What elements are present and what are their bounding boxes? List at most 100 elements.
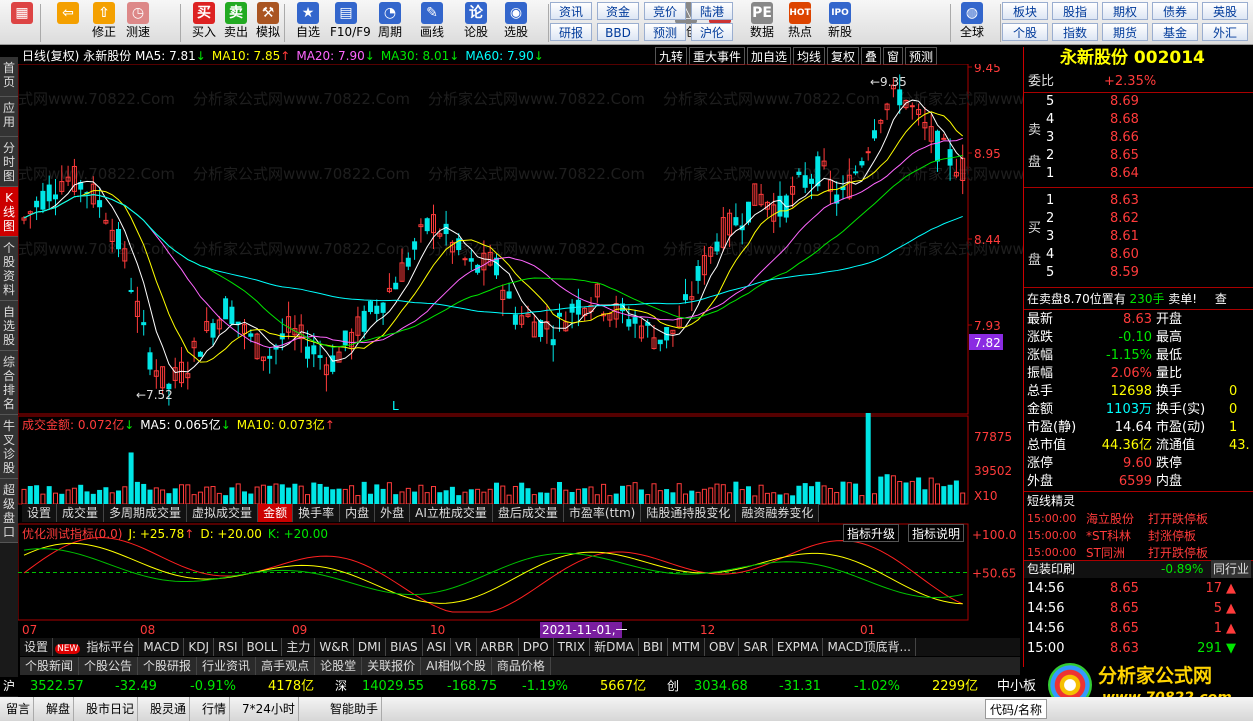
kline-tool-button[interactable]: 重大事件 [689, 47, 746, 65]
indicator-tab[interactable]: TRIX [553, 638, 591, 656]
volume-tab[interactable]: 陆股通持股变化 [641, 504, 737, 522]
quick-nav-button[interactable]: BBD [597, 23, 639, 41]
volume-tab[interactable]: 金额 [258, 504, 294, 522]
indicator-tab[interactable]: SAR [739, 638, 773, 656]
sell-price[interactable]: 8.65 [1110, 147, 1139, 165]
up-arrow-button[interactable]: ⇧ 修正 [88, 2, 120, 44]
globe-button[interactable]: ◍ 全球 [954, 2, 990, 44]
indicator-tab[interactable]: OBV [704, 638, 740, 656]
hot-button[interactable]: HOT 热点 [784, 2, 816, 44]
index-name[interactable]: 创 [667, 677, 679, 696]
news-stock[interactable]: 海立股份 [1086, 510, 1134, 528]
sell-button[interactable]: 卖卖出 [220, 2, 252, 44]
indicator-tab[interactable]: 设置 [20, 638, 54, 656]
code-search-input[interactable]: 代码/名称 [985, 699, 1048, 719]
sell-price[interactable]: 8.66 [1110, 129, 1139, 147]
sell-price[interactable]: 8.64 [1110, 165, 1139, 183]
buy-price[interactable]: 8.59 [1110, 264, 1139, 282]
quick-nav-button[interactable]: 沪伦 [691, 23, 733, 41]
indicator-tab[interactable]: BIAS [386, 638, 423, 656]
buy-price[interactable]: 8.62 [1110, 210, 1139, 228]
bottom-link[interactable]: 股市日记 [83, 697, 139, 721]
news-stock[interactable]: *ST科林 [1086, 527, 1131, 545]
f10-button[interactable]: ▤ F10/F9 [330, 2, 371, 44]
grid-button[interactable]: ▦ [6, 2, 38, 44]
kline-tool-button[interactable]: 窗 [883, 47, 904, 65]
indicator-upgrade-button[interactable]: 指标升级 [843, 524, 900, 542]
indicator-tab[interactable]: W&R [315, 638, 354, 656]
left-tab[interactable]: K线图 [0, 187, 18, 237]
kline-tool-button[interactable]: 复权 [827, 47, 860, 65]
indicator-tab[interactable]: DPO [518, 638, 554, 656]
market-nav-button[interactable]: 指数 [1052, 23, 1098, 41]
indicator-tab[interactable]: VR [451, 638, 477, 656]
bottom-link[interactable]: 解盘 [43, 697, 75, 721]
indicator-tab[interactable]: BBI [638, 638, 668, 656]
sme-index-label[interactable]: 中小板 [997, 677, 1036, 696]
sell-price[interactable]: 8.68 [1110, 111, 1139, 129]
indicator-tab[interactable]: 指标平台 [82, 638, 140, 656]
kline-tool-button[interactable]: 预测 [905, 47, 938, 65]
quick-nav-button[interactable]: 预测 [644, 23, 686, 41]
sell-price[interactable]: 8.69 [1110, 93, 1139, 111]
volume-tab[interactable]: AI立桩成交量 [410, 504, 493, 522]
market-nav-button[interactable]: 个股 [1002, 23, 1048, 41]
buy-button[interactable]: 买买入 [188, 2, 220, 44]
volume-tab[interactable]: 盘后成交量 [492, 504, 564, 522]
left-tab[interactable]: 牛叉诊股 [0, 415, 18, 479]
quick-nav-button[interactable]: 资金 [597, 2, 639, 20]
volume-tab[interactable]: 市盈率(ttm) [563, 504, 642, 522]
buy-price[interactable]: 8.61 [1110, 228, 1139, 246]
volume-tab[interactable]: 换手率 [293, 504, 341, 522]
index-name[interactable]: 沪 [3, 677, 15, 696]
select-button[interactable]: ◉ 选股 [500, 2, 532, 44]
pe-button[interactable]: PE 数据 [746, 2, 778, 44]
star-button[interactable]: ★ 自选 [292, 2, 324, 44]
indicator-tab[interactable]: ASI [422, 638, 452, 656]
indicator-tab[interactable]: ARBR [476, 638, 519, 656]
pencil-button[interactable]: ✎ 画线 [416, 2, 448, 44]
news-tab[interactable]: AI相似个股 [421, 657, 492, 675]
bottom-link[interactable]: 智能助手 [327, 697, 383, 721]
buy-price[interactable]: 8.60 [1110, 246, 1139, 264]
news-tab[interactable]: 高手观点 [256, 657, 316, 675]
indicator-tab[interactable]: 主力 [282, 638, 316, 656]
news-tab[interactable]: 个股新闻 [20, 657, 80, 675]
news-tab[interactable]: 商品价格 [491, 657, 551, 675]
indicator-help-button[interactable]: 指标说明 [908, 524, 965, 542]
quick-nav-button[interactable]: 陆港 [691, 2, 733, 20]
news-tab[interactable]: 行业资讯 [197, 657, 257, 675]
left-tab[interactable]: 自选股 [0, 301, 18, 351]
indicator-tab[interactable]: MACD [139, 638, 185, 656]
kline-tool-button[interactable]: 均线 [793, 47, 826, 65]
indicator-tab[interactable]: DMI [353, 638, 387, 656]
index-name[interactable]: 深 [335, 677, 347, 696]
left-tab[interactable]: 超级盘口 [0, 479, 18, 543]
market-nav-button[interactable]: 基金 [1152, 23, 1198, 41]
news-tab[interactable]: 个股公告 [79, 657, 139, 675]
kline-tool-button[interactable]: 叠 [861, 47, 882, 65]
bottom-link[interactable]: 行情 [199, 697, 231, 721]
indicator-tab[interactable]: KDJ [184, 638, 214, 656]
market-nav-button[interactable]: 期权 [1102, 2, 1148, 20]
clock-button[interactable]: ◷ 测速 [122, 2, 154, 44]
discuss-button[interactable]: 论论股 [460, 2, 492, 44]
ipo-button[interactable]: IPO 新股 [822, 2, 858, 44]
volume-tab[interactable]: 融资融券变化 [736, 504, 820, 522]
market-nav-button[interactable]: 债券 [1152, 2, 1198, 20]
order-alert-more[interactable]: 查 [1215, 292, 1227, 306]
left-tab[interactable]: 个股资料 [0, 237, 18, 301]
hammer-button[interactable]: ⚒ 模拟 [252, 2, 284, 44]
indicator-tab[interactable]: 新DMA [590, 638, 639, 656]
period-button[interactable]: ◔ 周期 [374, 2, 406, 44]
buy-price[interactable]: 8.63 [1110, 192, 1139, 210]
volume-tab[interactable]: 成交量 [57, 504, 105, 522]
market-nav-button[interactable]: 股指 [1052, 2, 1098, 20]
volume-tab[interactable]: 多周期成交量 [104, 504, 188, 522]
volume-tab[interactable]: 外盘 [375, 504, 411, 522]
left-tab[interactable]: 分时图 [0, 137, 18, 187]
volume-tab[interactable]: 设置 [22, 504, 58, 522]
news-tab[interactable]: 个股研报 [138, 657, 198, 675]
market-nav-button[interactable]: 英股 [1202, 2, 1248, 20]
indicator-tab[interactable]: BOLL [242, 638, 283, 656]
